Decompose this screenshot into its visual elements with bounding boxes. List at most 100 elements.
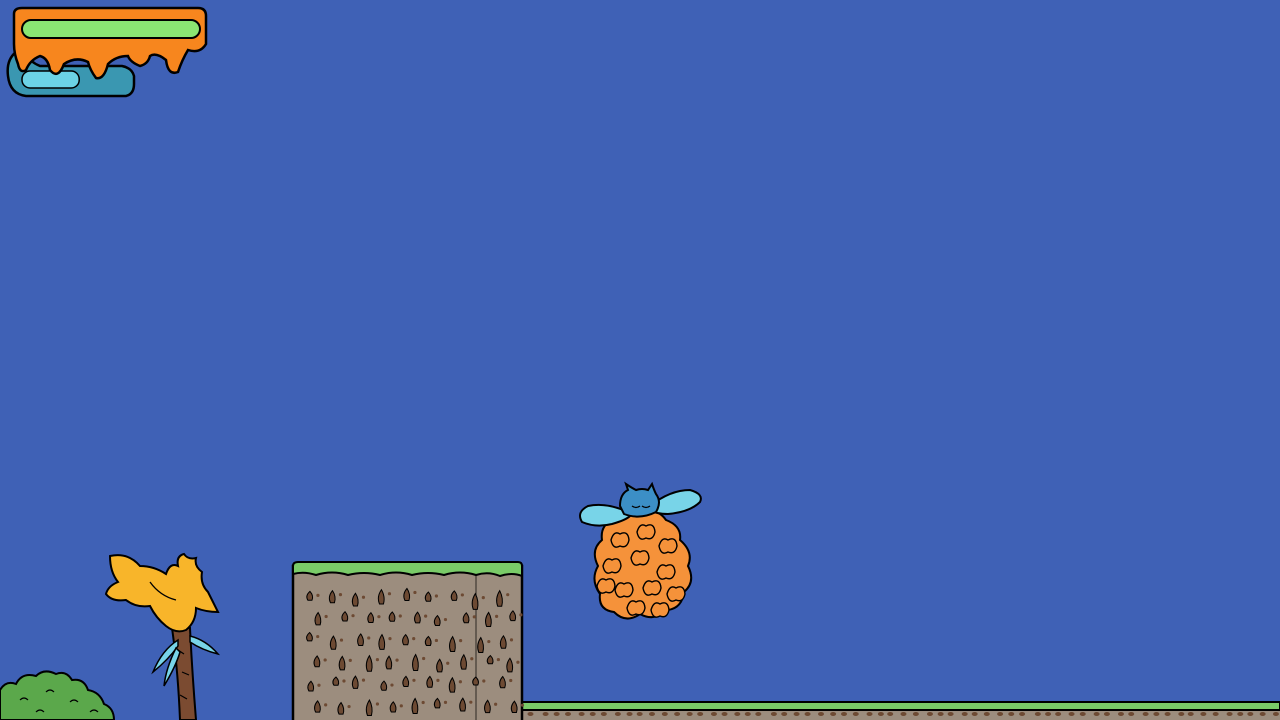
- pebble-dot: [460, 593, 464, 597]
- ground-pebble: [686, 712, 693, 716]
- ground-pebble: [841, 712, 848, 716]
- pebble-dot: [412, 637, 416, 641]
- slime-blob: [656, 564, 676, 580]
- ground-pebble: [578, 712, 585, 716]
- pebble-dot: [520, 703, 525, 707]
- ground-pebble: [1103, 712, 1110, 716]
- pebble-dot: [361, 595, 366, 599]
- health-bar-fill: [21, 19, 201, 39]
- ground-floor: [519, 701, 1280, 720]
- pebble-dot: [395, 658, 399, 662]
- ground-pebble: [661, 712, 668, 716]
- ground-pebble: [1226, 712, 1233, 716]
- ground-pebble: [1045, 712, 1052, 716]
- pebble-dot: [413, 590, 417, 595]
- hud-bars: [6, 6, 208, 98]
- pebble-dot: [469, 700, 473, 704]
- ground-pebble: [648, 712, 655, 716]
- pebble-dot: [377, 615, 381, 619]
- ground-pebble: [1237, 712, 1244, 716]
- pebble-dot: [342, 679, 346, 683]
- ground-pebble: [1153, 712, 1160, 716]
- ground-pebble: [1187, 712, 1194, 716]
- pebble-dot: [421, 700, 425, 705]
- ground-pebble: [553, 712, 560, 716]
- ground-pebble: [971, 712, 978, 716]
- pebble-dot: [487, 639, 491, 644]
- ground-pebble: [1093, 712, 1100, 716]
- ground-pebble: [830, 712, 837, 716]
- ground-pebble: [697, 712, 704, 716]
- pebble-dot: [434, 638, 439, 643]
- ground-pebble: [793, 712, 800, 716]
- pebble-dot: [361, 678, 366, 682]
- orange-slime-enemy: [593, 510, 693, 620]
- pebble-dot: [472, 615, 476, 619]
- slime-blob: [602, 558, 622, 574]
- ground-pebble: [900, 712, 907, 716]
- slime-blob: [642, 580, 662, 596]
- ground-pebble: [781, 712, 788, 716]
- pebble-dot: [348, 658, 352, 662]
- ground-pebble: [997, 712, 1004, 716]
- ground-pebble: [926, 712, 933, 716]
- pebble-dot: [424, 614, 428, 618]
- slime-blob: [666, 586, 686, 602]
- pebble-dot: [398, 614, 402, 618]
- ground-pebble: [527, 712, 534, 716]
- slime-blob: [658, 538, 678, 554]
- pebble-dot: [443, 617, 448, 622]
- ground-pebble: [614, 712, 621, 716]
- pebble-dot: [436, 678, 440, 682]
- pebble-dot: [316, 593, 320, 597]
- slime-blob: [650, 602, 670, 618]
- ground-pebble: [600, 712, 607, 716]
- ground-pebble: [1019, 712, 1026, 716]
- pebble-dot: [347, 704, 351, 709]
- ground-pebble: [1117, 712, 1124, 716]
- game-screen: [0, 0, 1280, 720]
- ground-pebble: [626, 712, 633, 716]
- pebble-dot: [481, 596, 485, 600]
- ground-pebble: [1164, 712, 1171, 716]
- pebble-dot: [338, 593, 343, 597]
- ground-pebble: [721, 712, 728, 716]
- pebble-dot: [316, 634, 320, 639]
- ground-pebble: [1034, 712, 1041, 716]
- pebble-dot: [506, 593, 510, 597]
- pebble-dot: [390, 683, 394, 687]
- pebble-dot: [324, 614, 328, 619]
- ground-pebble: [636, 712, 643, 716]
- ground-pebble: [947, 712, 954, 716]
- ground-pebble: [710, 712, 717, 716]
- ground-pebble: [734, 712, 741, 716]
- pebble-dot: [496, 657, 500, 662]
- ground-pebble: [912, 712, 919, 716]
- pebble-dot: [509, 678, 513, 683]
- pebble-dot: [443, 700, 448, 705]
- slime-blob: [596, 578, 616, 594]
- ground-pebble: [564, 712, 571, 716]
- ground-pebble: [852, 712, 859, 716]
- ground-pebble: [804, 712, 811, 716]
- pebble-dot: [470, 657, 474, 661]
- pebble-dot: [459, 638, 463, 643]
- ground-pebble: [1079, 712, 1086, 716]
- ground-pebble: [1128, 712, 1135, 716]
- pebble-dot: [351, 614, 355, 618]
- pebble-dot: [324, 703, 328, 707]
- pebble-dot: [446, 661, 450, 665]
- ground-pebble: [755, 712, 762, 716]
- pebble-dot: [412, 678, 416, 682]
- pebble-dot: [482, 679, 486, 683]
- pebble-dot: [495, 614, 499, 619]
- pebble-dot: [519, 613, 523, 617]
- ground-pebble: [674, 712, 681, 716]
- ground-pebble: [1272, 712, 1279, 716]
- pebble-dot: [509, 638, 514, 642]
- slime-blob: [610, 532, 630, 548]
- pebble-dot: [399, 704, 403, 708]
- ground-pebble: [770, 712, 777, 716]
- ground-pebble: [866, 712, 873, 716]
- slime-blob: [614, 582, 634, 598]
